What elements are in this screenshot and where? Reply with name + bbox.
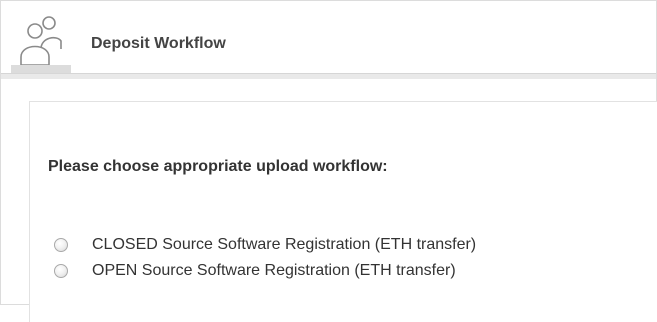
- workflow-option-label: OPEN Source Software Registration (ETH t…: [92, 262, 456, 279]
- page-title: Deposit Workflow: [91, 35, 226, 52]
- radio-button-open-source[interactable]: [54, 264, 68, 278]
- workflow-prompt: Please choose appropriate upload workflo…: [48, 158, 388, 175]
- workflow-option-open-source[interactable]: OPEN Source Software Registration (ETH t…: [54, 260, 456, 282]
- radio-button-closed-source[interactable]: [54, 238, 68, 252]
- workflow-panel: Please choose appropriate upload workflo…: [29, 101, 657, 322]
- deposit-workflow-window: Deposit Workflow Please choose appropria…: [0, 0, 657, 322]
- workflow-option-closed-source[interactable]: CLOSED Source Software Registration (ETH…: [54, 234, 476, 256]
- header-divider: [1, 73, 656, 79]
- header: Deposit Workflow: [1, 1, 656, 73]
- users-icon: [11, 16, 71, 73]
- workflow-option-label: CLOSED Source Software Registration (ETH…: [92, 236, 477, 253]
